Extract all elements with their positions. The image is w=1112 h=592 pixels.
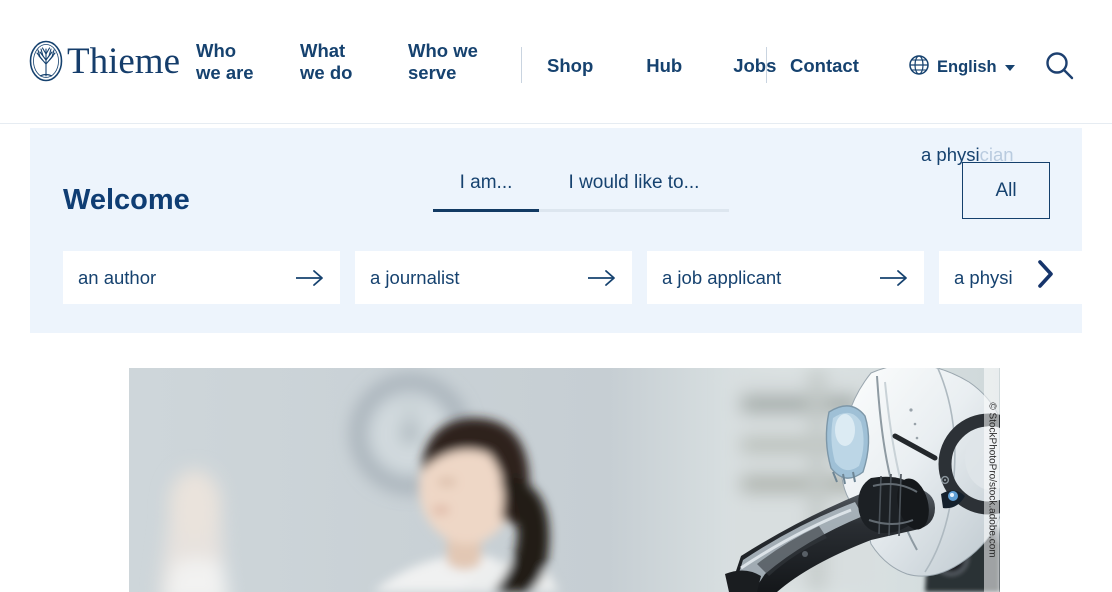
nav-item-who-we-serve[interactable]: Who we serve — [408, 40, 518, 84]
page-title: Welcome — [63, 184, 190, 217]
card-an-author[interactable]: an author — [63, 251, 340, 304]
tab-i-would-like-to[interactable]: I would like to... — [539, 171, 729, 212]
primary-navigation: Who we are What we do Who we serve — [196, 40, 518, 84]
logo-wordmark: Thieme — [67, 40, 181, 82]
globe-icon — [908, 54, 930, 81]
hero-illustration — [129, 368, 1000, 592]
card-a-job-applicant[interactable]: a job applicant — [647, 251, 924, 304]
carousel-next-button[interactable] — [1036, 258, 1056, 290]
tab-i-am[interactable]: I am... — [433, 171, 539, 212]
card-label: a journalist — [370, 266, 460, 288]
language-selector[interactable]: English — [908, 54, 1015, 81]
language-label: English — [937, 58, 997, 76]
nav-item-what-we-do[interactable]: What we do — [300, 40, 408, 84]
hero-image: © StockPhotoPro/stock.adobe.com — [129, 368, 1000, 592]
chevron-right-icon — [1036, 260, 1056, 294]
thieme-tree-icon — [29, 40, 63, 82]
card-label: a physi — [954, 266, 1013, 288]
nav-divider-right — [766, 47, 767, 83]
audience-card-carousel: an author a journalist a job applicant a… — [63, 251, 1082, 304]
arrow-right-icon — [587, 269, 617, 287]
nav-item-shop[interactable]: Shop — [547, 54, 593, 78]
image-credit-text: © StockPhotoPro/stock.adobe.com — [986, 402, 997, 558]
search-button[interactable] — [1042, 49, 1077, 84]
site-header: Thieme Who we are What we do Who we serv… — [0, 0, 1112, 124]
search-icon — [1042, 52, 1077, 88]
nav-item-who-we-are[interactable]: Who we are — [196, 40, 300, 84]
nav-item-hub[interactable]: Hub — [646, 54, 682, 78]
image-credit: © StockPhotoPro/stock.adobe.com — [984, 368, 999, 592]
card-label: an author — [78, 266, 157, 288]
all-button[interactable]: All — [962, 162, 1050, 219]
site-logo[interactable]: Thieme — [29, 40, 180, 82]
nav-item-jobs[interactable]: Jobs — [733, 54, 776, 78]
nav-divider-left — [521, 47, 522, 83]
nav-item-contact[interactable]: Contact — [790, 54, 859, 78]
arrow-right-icon — [295, 269, 325, 287]
arrow-right-icon — [879, 269, 909, 287]
secondary-navigation: Shop Hub Jobs — [547, 54, 776, 78]
welcome-banner: Welcome I am... I would like to... All a… — [30, 128, 1082, 333]
audience-tabs: I am... I would like to... — [433, 171, 729, 212]
card-a-journalist[interactable]: a journalist — [355, 251, 632, 304]
card-a-physician[interactable]: a physi — [939, 251, 1082, 304]
card-label: a job applicant — [662, 266, 782, 288]
chevron-down-icon — [1004, 64, 1015, 71]
